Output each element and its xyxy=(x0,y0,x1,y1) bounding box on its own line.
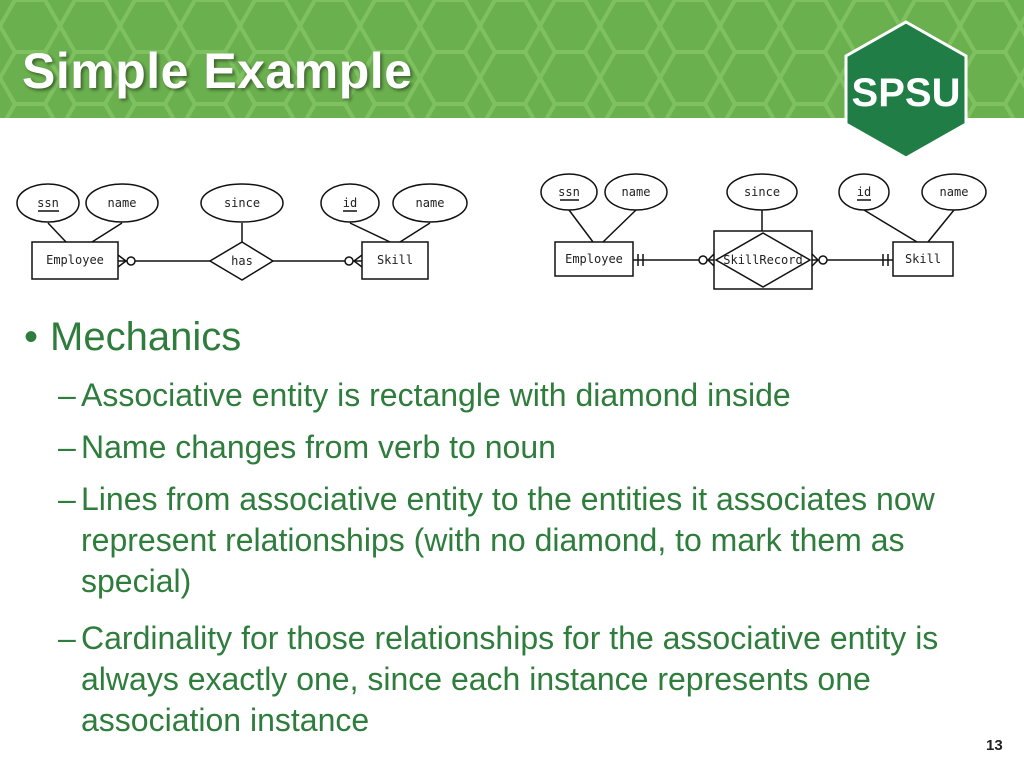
attr-id: id xyxy=(857,185,871,199)
attr-name: name xyxy=(622,185,651,199)
bullet-mechanics-label: Mechanics xyxy=(50,315,242,359)
bullet-mechanics: • Mechanics xyxy=(24,315,241,360)
attr-since: since xyxy=(224,196,260,210)
sub-bullet: – Associative entity is rectangle with di… xyxy=(58,375,958,416)
entity-skill-label: Skill xyxy=(377,253,413,267)
entity-employee-label: Employee xyxy=(565,252,623,266)
sub-bullet: – Lines from associative entity to the en… xyxy=(58,479,958,602)
sub-bullet-text: Associative entity is rectangle with dia… xyxy=(81,377,791,413)
attr-skill-name: name xyxy=(940,185,969,199)
associative-entity-label: SkillRecord xyxy=(723,253,802,267)
sub-bullet: – Cardinality for those relationships for… xyxy=(58,618,958,741)
logo-text: SPSU xyxy=(852,71,961,115)
attr-since: since xyxy=(744,185,780,199)
attr-ssn: ssn xyxy=(37,196,59,210)
er-diagrams: ssn name since id name Employee has Skil… xyxy=(16,173,987,290)
relationship-has-label: has xyxy=(231,254,253,268)
attr-skill-name: name xyxy=(416,196,445,210)
entity-employee-label: Employee xyxy=(46,253,104,267)
entity-skill-label: Skill xyxy=(905,252,941,266)
sub-bullet-text: Cardinality for those relationships for … xyxy=(81,620,939,738)
sub-bullet-text: Lines from associative entity to the ent… xyxy=(81,481,935,599)
attr-id: id xyxy=(343,196,357,210)
er-diagram-left: ssn name since id name Employee has Skil… xyxy=(16,183,468,281)
sub-bullet-text: Name changes from verb to noun xyxy=(81,429,556,465)
slide-title: Simple Example xyxy=(22,43,413,99)
er-diagram-right: ssn name since id name Employee SkillRec… xyxy=(540,173,987,290)
page-number: 13 xyxy=(986,737,1003,754)
attr-name: name xyxy=(108,196,137,210)
sub-bullet: – Name changes from verb to noun xyxy=(58,427,958,468)
bullet-dot: • xyxy=(24,315,39,359)
attr-ssn: ssn xyxy=(558,185,580,199)
